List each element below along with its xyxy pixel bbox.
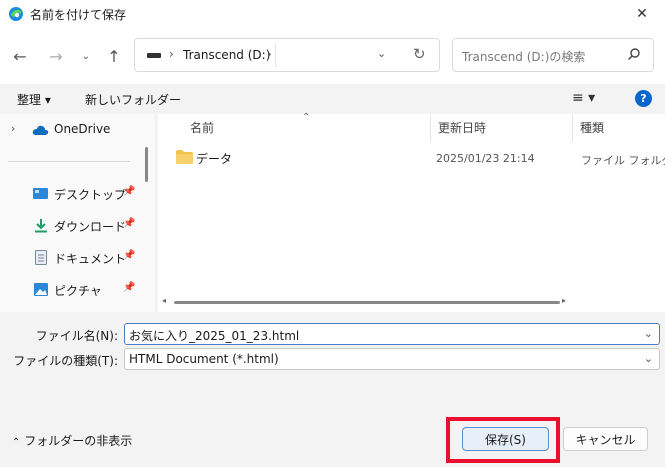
search-icon[interactable] [627,47,641,61]
refresh-icon[interactable]: ↻ [413,45,426,63]
column-divider[interactable] [430,114,431,142]
address-bar[interactable]: › Transcend (D:) › ⌄ ↻ [134,38,440,72]
file-list: 名前 ⌃ 更新日時 種類 データ 2025/01/23 21:14 ファイル フ… [158,112,665,312]
desktop-icon [33,188,48,199]
file-modified: 2025/01/23 21:14 [436,152,535,165]
folder-icon [176,150,193,164]
sidebar-divider [8,161,130,162]
column-divider[interactable] [572,114,573,142]
sidebar-item-label: ピクチャ [54,284,102,298]
pictures-icon [34,283,48,296]
chevron-right-icon[interactable]: › [169,47,174,61]
recent-locations-button[interactable]: ⌄ [72,42,100,70]
drive-icon [147,53,161,58]
search-box[interactable]: Transcend (D:)の検索 [452,38,654,72]
sidebar-item-label: ダウンロード [54,220,127,234]
document-icon [35,250,47,265]
edge-browser-icon [9,7,23,21]
chevron-down-icon: ⌄ [81,50,91,62]
address-history-dropdown-icon[interactable]: ⌄ [377,47,386,60]
title-bar: 名前を付けて保存 ✕ [0,0,665,28]
arrow-right-icon: → [49,46,63,66]
sidebar-item-onedrive[interactable]: › OneDrive [0,118,140,142]
column-header-modified[interactable]: 更新日時 [438,119,486,136]
sidebar-item-documents[interactable]: ドキュメント 📌 [0,246,140,270]
pin-icon: 📌 [123,218,136,229]
column-header-name[interactable]: 名前 [190,119,214,136]
forward-button[interactable]: → [42,42,70,70]
sidebar-item-downloads[interactable]: ダウンロード 📌 [0,214,140,238]
chevron-down-icon[interactable]: ⌄ [644,352,653,365]
expand-chevron-icon[interactable]: › [11,122,15,135]
chevron-down-icon[interactable]: ⌄ [644,327,653,340]
view-options-button[interactable]: ≡ ▾ [572,90,595,106]
back-button[interactable]: ← [6,42,34,70]
chevron-up-icon: ⌃ [12,437,21,448]
navigation-pane: › OneDrive デスクトップ 📌 ダウンロード 📌 ドキュメント 📌 ピク… [0,114,155,312]
sidebar-scrollbar[interactable] [145,147,148,182]
filetype-select[interactable]: HTML Document (*.html) ⌄ [124,348,660,370]
sidebar-item-label: ドキュメント [54,252,127,266]
up-button[interactable]: ↑ [100,42,128,70]
sidebar-item-desktop[interactable]: デスクトップ 📌 [0,182,140,206]
close-button[interactable]: ✕ [619,0,665,28]
help-icon[interactable]: ? [635,90,652,107]
address-divider [275,43,276,67]
horizontal-scrollbar[interactable] [174,301,560,304]
pin-icon: 📌 [123,186,136,197]
scroll-left-icon[interactable]: ◂ [162,296,166,305]
pin-icon: 📌 [123,250,136,261]
address-location[interactable]: Transcend (D:) [183,48,270,62]
scroll-right-icon[interactable]: ▸ [562,296,566,305]
new-folder-button[interactable]: 新しいフォルダー [85,91,181,108]
arrow-up-icon: ↑ [107,46,121,66]
hide-folders-label: フォルダーの非表示 [24,434,133,448]
download-icon [35,219,47,233]
save-form: ファイル名(N): お気に入り_2025_01_23.html ⌄ ファイルの種… [0,312,665,412]
sort-ascending-icon: ⌃ [302,112,311,123]
onedrive-icon [32,125,49,135]
filetype-label: ファイルの種類(T): [13,354,118,368]
command-bar: 整理 ▾ 新しいフォルダー ≡ ▾ ? [0,84,665,114]
dialog-footer: ⌃ フォルダーの非表示 保存(S) キャンセル [0,412,665,467]
filename-label: ファイル名(N): [35,329,118,343]
filename-field[interactable]: お気に入り_2025_01_23.html ⌄ [124,323,660,345]
filename-input[interactable]: お気に入り_2025_01_23.html [129,327,299,344]
sidebar-item-label: OneDrive [54,122,111,136]
arrow-left-icon: ← [13,46,27,66]
sidebar-item-pictures[interactable]: ピクチャ 📌 [0,278,140,302]
filetype-value[interactable]: HTML Document (*.html) [129,352,279,366]
save-button-highlight-box [446,417,560,463]
window-title: 名前を付けて保存 [30,8,127,22]
column-header-type[interactable]: 種類 [580,119,604,136]
hide-folders-button[interactable]: ⌃ フォルダーの非表示 [12,432,132,449]
file-type: ファイル フォルダー [581,154,665,167]
close-icon: ✕ [636,6,648,22]
organize-menu-button[interactable]: 整理 ▾ [17,91,51,108]
search-input[interactable]: Transcend (D:)の検索 [462,48,585,65]
pin-icon: 📌 [123,282,136,293]
chevron-right-icon[interactable]: › [267,47,272,61]
sidebar-item-label: デスクトップ [54,188,127,202]
cancel-button[interactable]: キャンセル [563,427,648,451]
navigation-bar: ← → ⌄ ↑ › Transcend (D:) › ⌄ ↻ Transcend… [0,28,665,84]
file-name[interactable]: データ [196,150,232,167]
